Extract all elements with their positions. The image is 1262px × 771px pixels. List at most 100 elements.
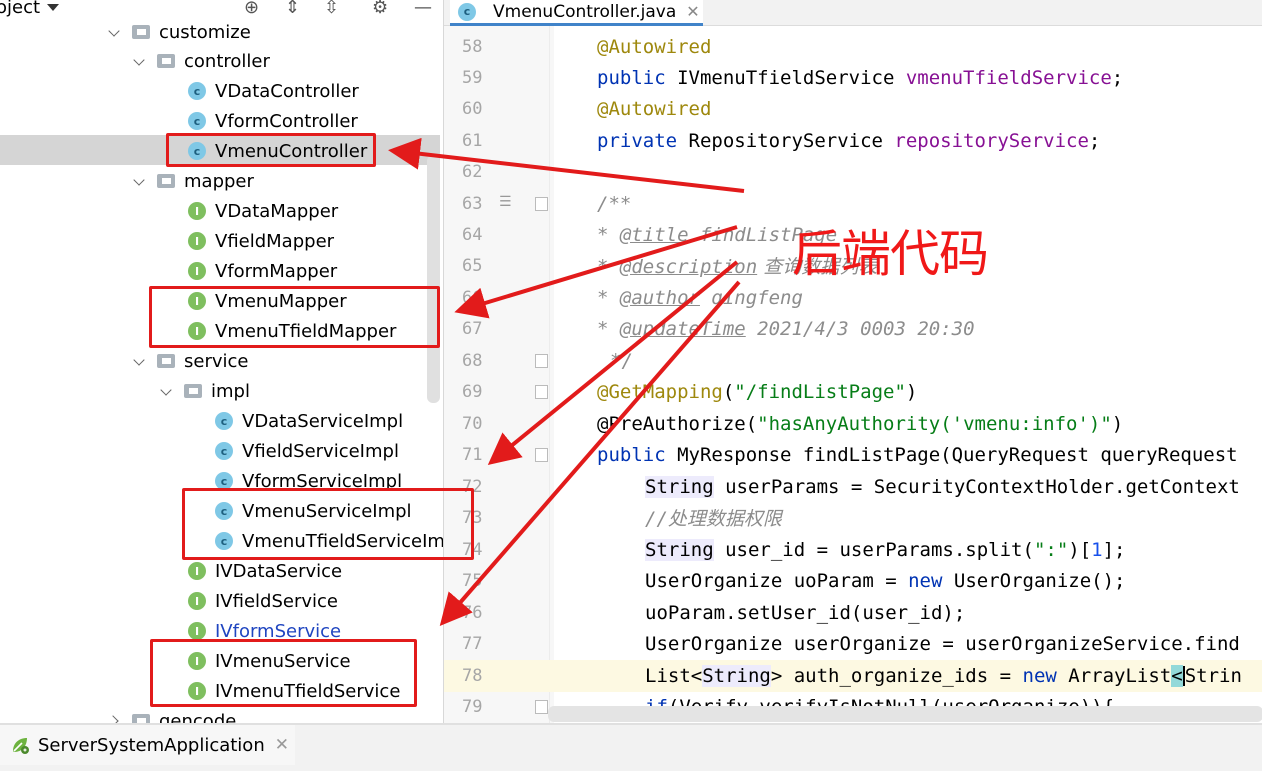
chevron-down-icon[interactable] [47,4,59,11]
horizontal-scrollbar[interactable] [548,706,1262,722]
tree-item-vdataserviceimpl[interactable]: c VDataServiceImpl [215,406,403,436]
chevron-right-icon[interactable] [108,714,122,723]
chevron-down-icon[interactable] [133,54,147,68]
close-icon[interactable]: ✕ [275,735,289,755]
locate-icon[interactable]: ⊕ [244,0,259,18]
package-folder-icon [157,54,175,68]
tree-item-ivmenutfieldservice[interactable]: I IVmenuTfieldService [188,676,400,706]
close-icon[interactable]: ✕ [686,2,699,21]
tree-item-ivdataservice[interactable]: I IVDataService [188,556,342,586]
fold-icon[interactable] [535,700,548,714]
tree-item-impl[interactable]: impl [160,376,250,406]
tree-item-mapper[interactable]: mapper [133,166,254,196]
tree-item-vfieldserviceimpl[interactable]: c VfieldServiceImpl [215,436,399,466]
type-token: String [645,475,714,498]
chevron-down-icon[interactable] [108,25,122,39]
tree-item-label: controller [184,50,270,72]
java-interface-icon: I [188,202,206,220]
type-token: String [645,538,714,561]
code-text: * @updateTime 2021/4/3 0003 20:30 [597,318,975,340]
tree-item-vmenucontroller[interactable]: c VmenuController [188,136,367,166]
render-doc-icon[interactable]: ☰ [499,194,512,210]
tree-item-vmenuserviceimpl[interactable]: c VmenuServiceImpl [215,496,412,526]
keyword-token: public [597,66,666,89]
tab-vmenucontroller[interactable]: c VmenuController.java ✕ [450,0,703,26]
tree-item-gencode[interactable]: gencode [108,706,236,723]
tree-item-label: VmenuMapper [215,290,347,312]
hide-icon[interactable]: — [414,0,432,18]
tree-item-ivmenuservice[interactable]: I IVmenuService [188,646,351,676]
keyword-token: new [908,569,943,592]
line-number: 70 [462,413,483,434]
tab-label: VmenuController.java [493,1,677,22]
code-editor: c VmenuController.java ✕ 58 @Autowired 5… [443,0,1262,723]
line-number: 77 [462,633,483,654]
fold-icon[interactable] [535,354,548,368]
comment-token: * [597,223,620,246]
type-token: String [702,664,771,687]
tree-item-vdatamapper[interactable]: I VDataMapper [188,196,338,226]
java-interface-icon: I [188,622,206,640]
tree-item-controller[interactable]: controller [133,46,270,76]
tree-item-vdatacontroller[interactable]: c VDataController [188,76,359,106]
chevron-down-icon[interactable] [133,354,147,368]
fold-icon[interactable] [535,448,548,462]
tree-item-ivfieldservice[interactable]: I IVfieldService [188,586,338,616]
tree-item-label: VmenuTfieldServiceImp [242,530,443,552]
tree-item-label: impl [211,380,250,402]
code-line-59: 59 public IVmenuTfieldService vmenuTfiel… [444,62,1262,93]
line-number: 61 [462,130,483,151]
chevron-down-icon[interactable] [133,174,147,188]
punct-token: ( [745,412,758,435]
tree-item-service[interactable]: service [133,346,248,376]
tree-item-ivformservice[interactable]: I IVformService [188,616,341,646]
fold-icon[interactable] [535,197,548,211]
punct-token: ( [722,380,735,403]
code-token: )[ [1068,538,1092,561]
java-class-icon: c [215,532,233,550]
tree-item-vformmapper[interactable]: I VformMapper [188,256,337,286]
chevron-down-icon[interactable] [160,384,174,398]
tree-item-vmenumapper[interactable]: I VmenuMapper [188,286,347,316]
code-text: //处理数据权限 [645,504,782,531]
code-text: UserOrganize uoParam = new UserOrganize(… [645,570,1125,592]
tab-run-configuration[interactable]: ServerSystemApplication ✕ [0,725,295,765]
tree-item-vformserviceimpl[interactable]: c VformServiceImpl [215,466,402,496]
project-view-selector[interactable]: oject [0,0,40,18]
tree-item-vmenutfieldserviceimp[interactable]: c VmenuTfieldServiceImp [215,526,443,556]
code-text: @PreAuthorize("hasAnyAuthority('vmenu:in… [597,413,1123,435]
line-number: 58 [462,36,483,57]
javadoc-tag: @title [619,223,689,246]
code-line-76: 76 uoParam.setUser_id(user_id); [444,597,1262,628]
run-configuration-label: ServerSystemApplication [38,734,265,756]
expand-all-icon[interactable]: ⇕ [285,0,300,18]
tree-item-vfieldmapper[interactable]: I VfieldMapper [188,226,334,256]
collapse-all-icon[interactable]: ⇳ [324,0,339,18]
fold-icon[interactable] [535,385,548,399]
package-folder-icon [157,354,175,368]
code-text: private RepositoryService repositoryServ… [597,130,1100,152]
keyword-token: public [597,443,666,466]
line-number: 71 [462,444,483,465]
code-text: * @description 查询数据列表 [597,252,877,279]
tree-item-label: VDataController [215,80,359,102]
code-line-77: 77 UserOrganize userOrganize = userOrgan… [444,628,1262,659]
project-tool-window: oject ⊕ ⇕ ⇳ ⚙ — customize controller c VDat… [0,0,443,723]
punct-token: ) [1111,412,1124,435]
java-interface-icon: I [188,592,206,610]
annotation-token: @Autowired [597,97,712,120]
code-token: user_id = userParams.split( [713,538,1034,561]
code-token: ArrayList [1056,664,1172,687]
comment-token: 2021/4/3 0003 20:30 [745,317,975,340]
code-text: @GetMapping("/findListPage") [597,381,917,403]
tree-scrollbar[interactable] [427,155,440,403]
tree-item-customize[interactable]: customize [108,17,251,47]
tree-item-vmenutfieldmapper[interactable]: I VmenuTfieldMapper [188,316,396,346]
java-class-icon: c [188,142,206,160]
tree-item-vformcontroller[interactable]: c VformController [188,106,358,136]
code-text: public MyResponse findListPage(QueryRequ… [597,444,1238,466]
tree-item-label: service [184,350,249,372]
tree-item-label: IVmenuService [215,650,351,672]
code-line-62: 62 [444,156,1262,187]
gear-icon[interactable]: ⚙ [372,0,388,18]
